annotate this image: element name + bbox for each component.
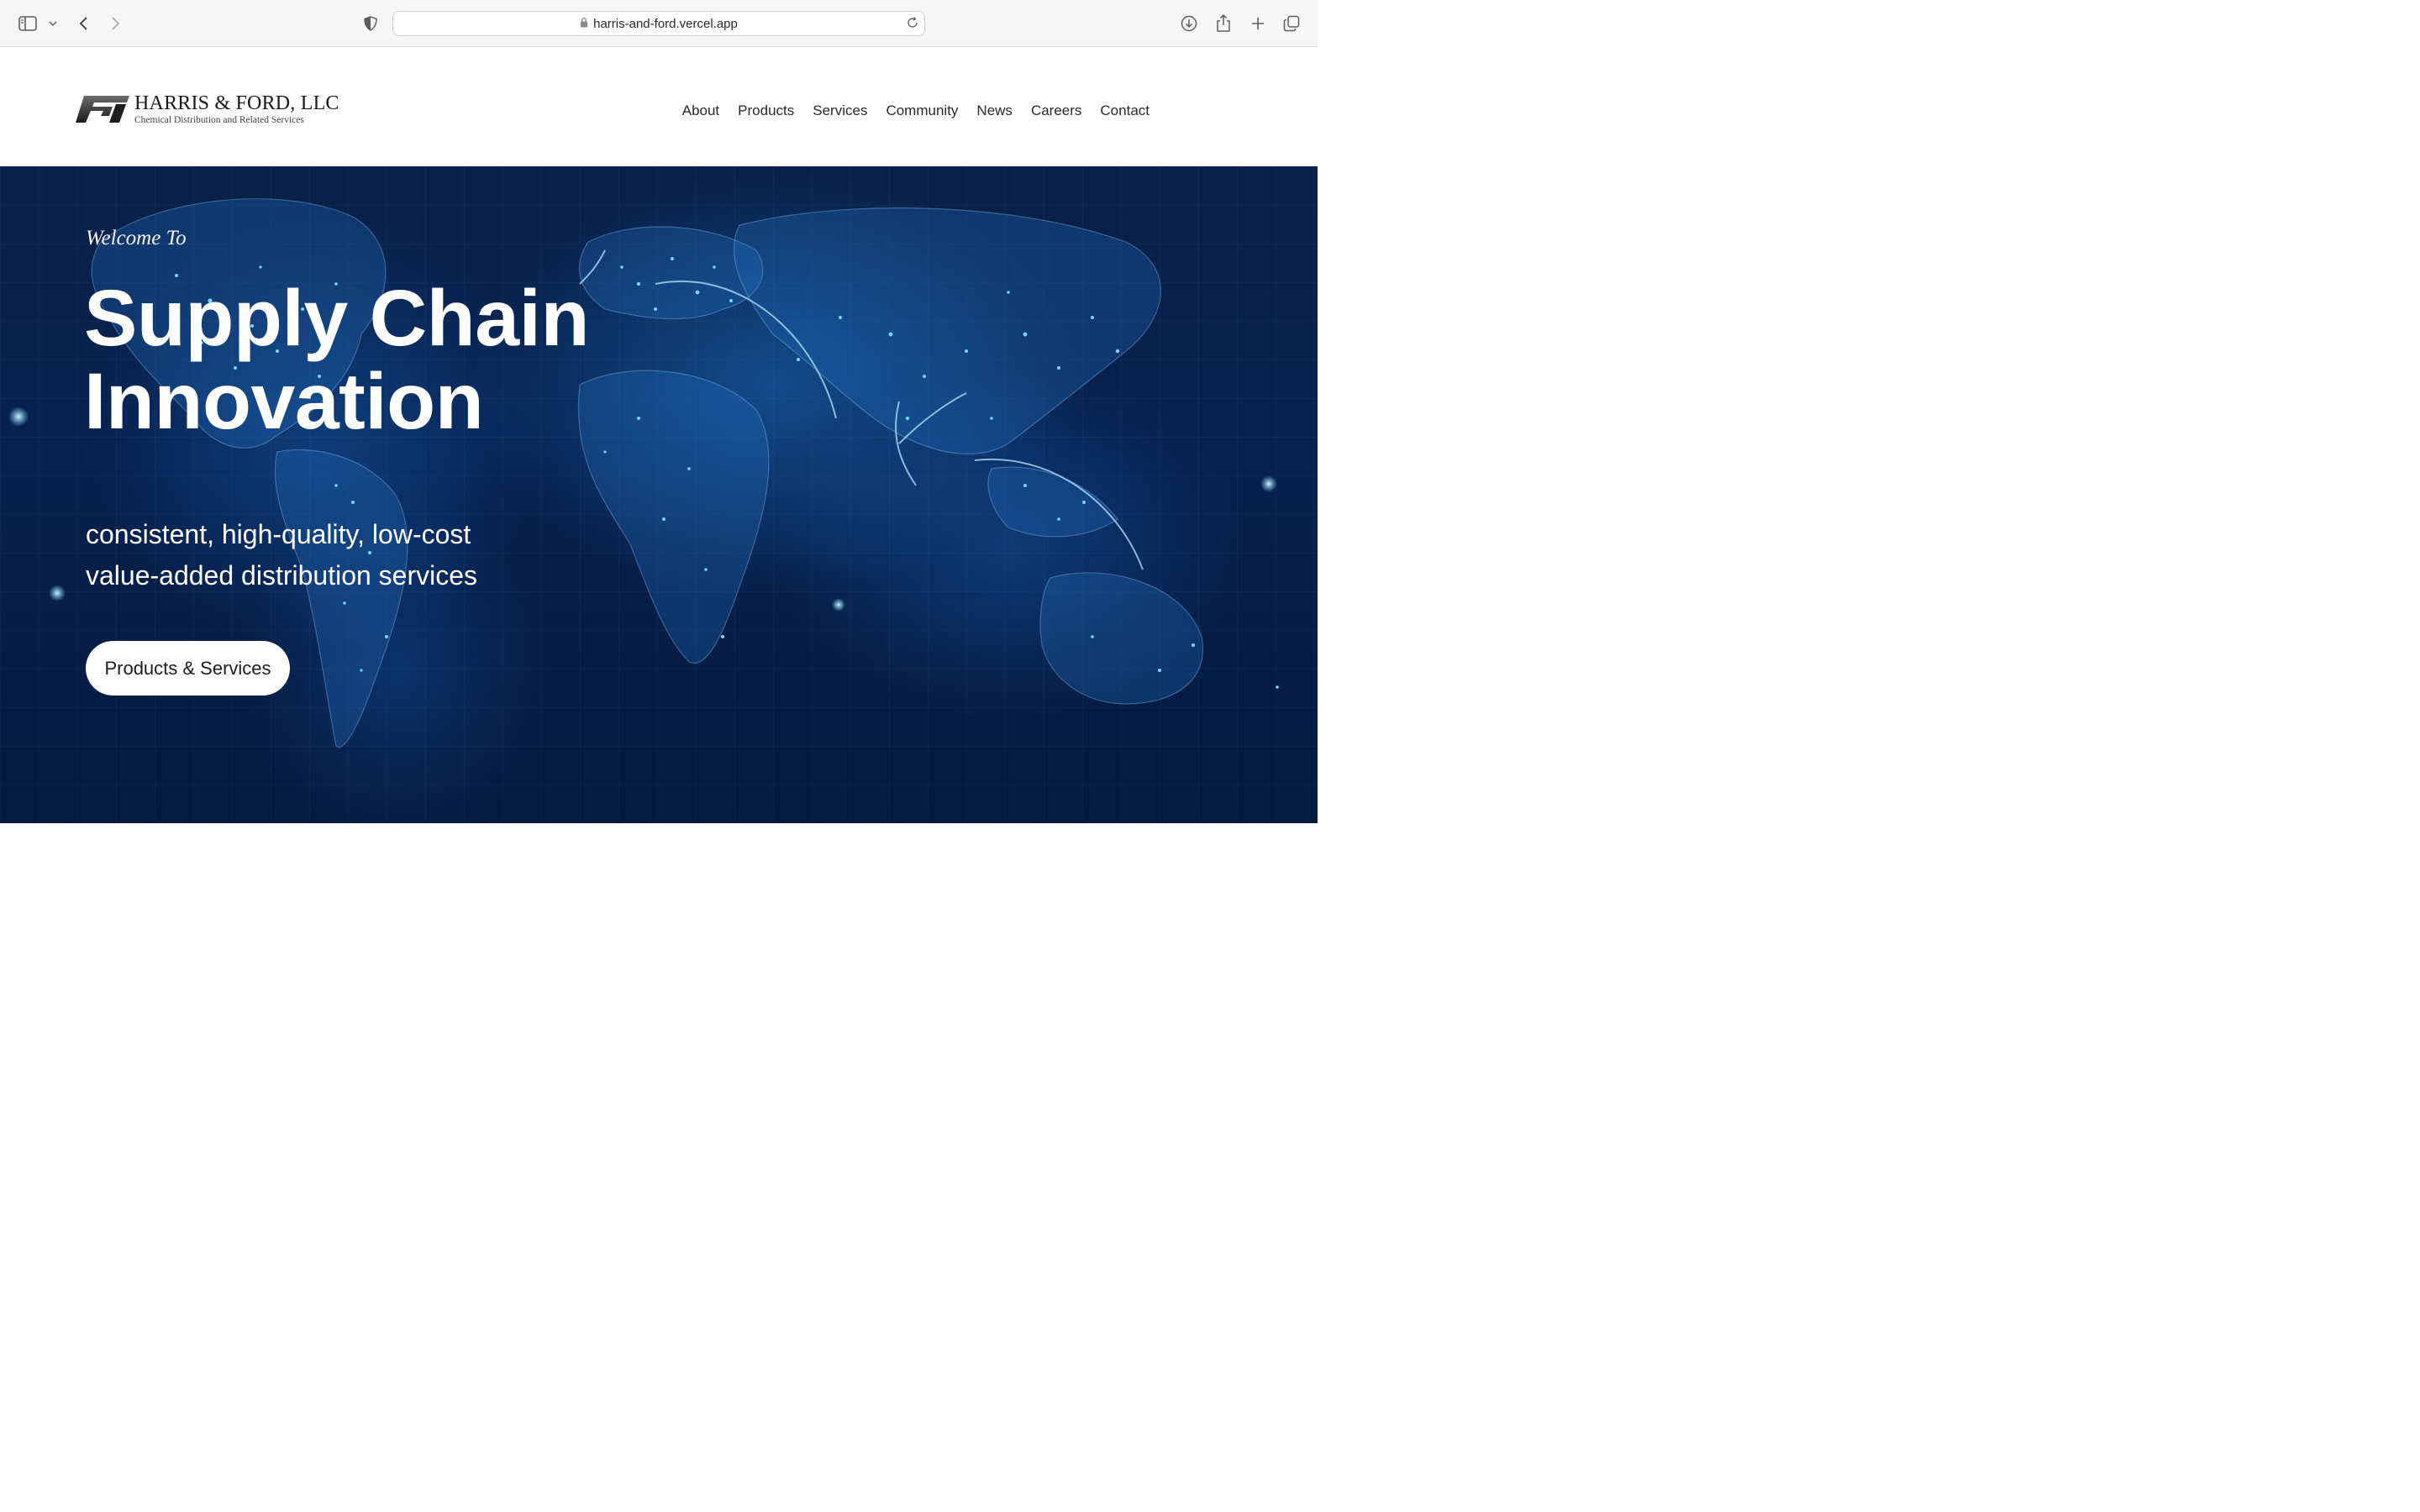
welcome-text: Welcome To xyxy=(86,227,187,249)
browser-toolbar: harris-and-ford.vercel.app xyxy=(0,0,1318,47)
subtitle-line-2: value-added distribution services xyxy=(86,560,478,591)
plus-icon[interactable] xyxy=(1248,12,1268,35)
headline-line-1: Supply Chain xyxy=(84,274,589,363)
nav-products[interactable]: Products xyxy=(738,102,794,119)
company-logo[interactable]: HARRIS & FORD, LLC Chemical Distribution… xyxy=(76,92,345,129)
subtitle-line-1: consistent, high-quality, low-cost xyxy=(86,519,471,549)
address-bar[interactable]: harris-and-ford.vercel.app xyxy=(392,11,925,36)
hero-subtitle: consistent, high-quality, low-cost value… xyxy=(86,514,477,596)
nav-news[interactable]: News xyxy=(976,102,1013,119)
company-name: HARRIS & FORD, LLC xyxy=(134,92,339,114)
sidebar-icon[interactable] xyxy=(17,12,39,35)
nav-contact[interactable]: Contact xyxy=(1100,102,1150,119)
nav-about[interactable]: About xyxy=(682,102,719,119)
headline-line-2: Innovation xyxy=(84,357,484,446)
tabs-icon[interactable] xyxy=(1281,12,1302,35)
download-icon[interactable] xyxy=(1179,12,1199,35)
site-header: HARRIS & FORD, LLC Chemical Distribution… xyxy=(0,47,1318,166)
nav-services[interactable]: Services xyxy=(813,102,867,119)
share-icon[interactable] xyxy=(1213,12,1234,35)
company-tagline: Chemical Distribution and Related Servic… xyxy=(134,115,304,125)
hf-logo-icon xyxy=(76,96,129,123)
lock-icon xyxy=(580,17,588,31)
hero-section: Welcome To Supply Chain Innovation consi… xyxy=(0,166,1318,823)
nav-community[interactable]: Community xyxy=(886,102,958,119)
forward-icon[interactable] xyxy=(107,12,125,35)
hero-headline: Supply Chain Innovation xyxy=(84,277,589,444)
back-icon[interactable] xyxy=(74,12,92,35)
world-map-background xyxy=(0,166,1318,823)
reload-icon[interactable] xyxy=(906,16,919,33)
chevron-down-icon[interactable] xyxy=(47,12,59,35)
main-nav: About Products Services Community News C… xyxy=(682,102,1150,119)
nav-careers[interactable]: Careers xyxy=(1031,102,1081,119)
products-services-button[interactable]: Products & Services xyxy=(86,641,290,696)
address-text: harris-and-ford.vercel.app xyxy=(593,16,738,31)
shield-icon[interactable] xyxy=(361,12,380,35)
